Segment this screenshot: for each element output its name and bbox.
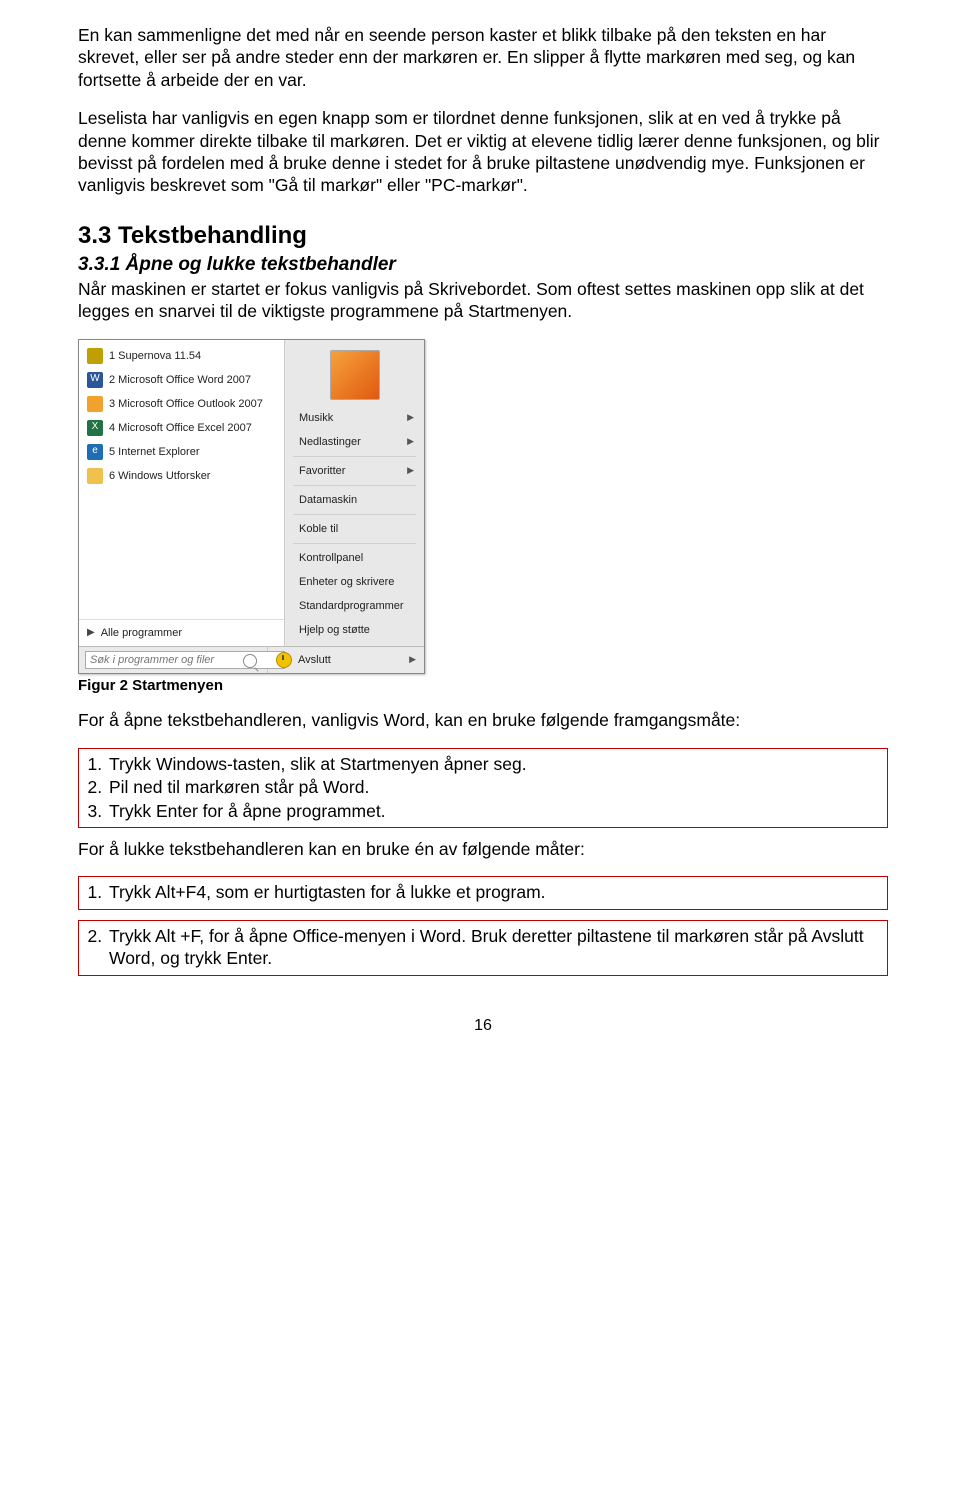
page-number: 16 xyxy=(78,1016,888,1036)
figure-caption: Figur 2 Startmenyen xyxy=(78,676,888,695)
startmenu-left-pane: 1 Supernova 11.54 W 2 Microsoft Office W… xyxy=(79,340,285,647)
body-paragraph: For å lukke tekstbehandleren kan en bruk… xyxy=(78,838,888,860)
startmenu-link-devices[interactable]: Enheter og skrivere xyxy=(285,570,424,594)
instruction-box: Trykk Alt+F4, som er hurtigtasten for å … xyxy=(78,876,888,909)
word-icon: W xyxy=(87,372,103,388)
list-item: Trykk Enter for å åpne programmet. xyxy=(107,800,881,822)
link-label: Datamaskin xyxy=(299,493,357,507)
startmenu-item-outlook[interactable]: 3 Microsoft Office Outlook 2007 xyxy=(79,392,284,416)
link-label: Hjelp og støtte xyxy=(299,623,370,637)
list-item: Pil ned til markøren står på Word. xyxy=(107,776,881,798)
chevron-right-icon: ▶ xyxy=(407,465,414,477)
startmenu-link-defaults[interactable]: Standardprogrammer xyxy=(285,594,424,618)
link-label: Musikk xyxy=(299,411,333,425)
shutdown-button[interactable]: Avslutt ▶ xyxy=(267,647,424,673)
startmenu-item-label: 2 Microsoft Office Word 2007 xyxy=(109,373,251,387)
body-paragraph: Når maskinen er startet er fokus vanligv… xyxy=(78,278,888,323)
chevron-right-icon: ▶ xyxy=(87,627,95,640)
startmenu-link-favorites[interactable]: Favoritter ▶ xyxy=(285,459,424,483)
startmenu-link-help[interactable]: Hjelp og støtte xyxy=(285,618,424,642)
startmenu-all-programs[interactable]: ▶ Alle programmer xyxy=(79,619,284,646)
startmenu-link-downloads[interactable]: Nedlastinger ▶ xyxy=(285,430,424,454)
excel-icon: X xyxy=(87,420,103,436)
startmenu-item-supernova[interactable]: 1 Supernova 11.54 xyxy=(79,344,284,368)
link-label: Kontrollpanel xyxy=(299,551,363,565)
startmenu-search xyxy=(79,647,267,673)
body-paragraph: For å åpne tekstbehandleren, vanligvis W… xyxy=(78,709,888,731)
instruction-box: Trykk Windows-tasten, slik at Startmenye… xyxy=(78,748,888,828)
list-item: Trykk Alt +F, for å åpne Office-menyen i… xyxy=(107,925,881,970)
shutdown-label: Avslutt xyxy=(298,653,331,667)
body-paragraph: En kan sammenligne det med når en seende… xyxy=(78,24,888,91)
startmenu-link-computer[interactable]: Datamaskin xyxy=(285,488,424,512)
startmenu-item-ie[interactable]: e 5 Internet Explorer xyxy=(79,440,284,464)
startmenu-right-pane: Musikk ▶ Nedlastinger ▶ Favoritter ▶ Datama… xyxy=(285,340,424,647)
heading-3: 3.3.1 Åpne og lukke tekstbehandler xyxy=(78,253,888,277)
list-item: Trykk Windows-tasten, slik at Startmenye… xyxy=(107,753,881,775)
list-item: Trykk Alt+F4, som er hurtigtasten for å … xyxy=(107,881,881,903)
supernova-icon xyxy=(87,348,103,364)
startmenu-link-music[interactable]: Musikk ▶ xyxy=(285,406,424,430)
startmenu-item-label: 3 Microsoft Office Outlook 2007 xyxy=(109,397,263,411)
link-label: Standardprogrammer xyxy=(299,599,404,613)
link-label: Favoritter xyxy=(299,464,345,478)
startmenu-link-connect[interactable]: Koble til xyxy=(285,517,424,541)
startmenu-item-excel[interactable]: X 4 Microsoft Office Excel 2007 xyxy=(79,416,284,440)
user-avatar[interactable] xyxy=(330,350,380,400)
startmenu-figure: 1 Supernova 11.54 W 2 Microsoft Office W… xyxy=(78,339,425,675)
startmenu-item-label: 1 Supernova 11.54 xyxy=(109,349,201,363)
startmenu-item-label: 5 Internet Explorer xyxy=(109,445,200,459)
chevron-right-icon: ▶ xyxy=(409,654,416,666)
startmenu-item-label: 6 Windows Utforsker xyxy=(109,469,210,483)
heading-2: 3.3 Tekstbehandling xyxy=(78,221,888,252)
instruction-box: Trykk Alt +F, for å åpne Office-menyen i… xyxy=(78,920,888,976)
startmenu-item-explorer[interactable]: 6 Windows Utforsker xyxy=(79,464,284,488)
chevron-right-icon: ▶ xyxy=(407,436,414,448)
power-icon xyxy=(276,652,292,668)
link-label: Enheter og skrivere xyxy=(299,575,394,589)
startmenu-link-controlpanel[interactable]: Kontrollpanel xyxy=(285,546,424,570)
folder-icon xyxy=(87,468,103,484)
startmenu-all-programs-label: Alle programmer xyxy=(95,626,276,640)
startmenu-item-label: 4 Microsoft Office Excel 2007 xyxy=(109,421,252,435)
outlook-icon xyxy=(87,396,103,412)
ie-icon: e xyxy=(87,444,103,460)
chevron-right-icon: ▶ xyxy=(407,412,414,424)
body-paragraph: Leselista har vanligvis en egen knapp so… xyxy=(78,107,888,197)
link-label: Koble til xyxy=(299,522,338,536)
startmenu-item-word[interactable]: W 2 Microsoft Office Word 2007 xyxy=(79,368,284,392)
link-label: Nedlastinger xyxy=(299,435,361,449)
